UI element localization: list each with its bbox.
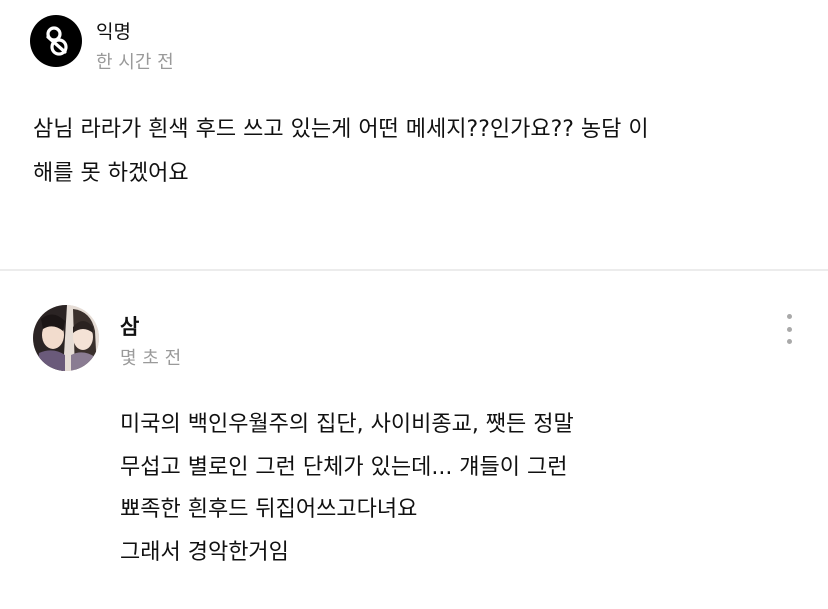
post-author-name: 익명 — [96, 21, 131, 43]
post-body-line: 해를 못 하겠어요 — [33, 161, 189, 186]
post-body: 삼님 라라가 흰색 후드 쓰고 있는게 어떤 메세지??인가요?? 농담 이 해… — [33, 108, 813, 196]
reply-author-name: 삼 — [120, 315, 140, 339]
more-vertical-icon-dot — [786, 339, 792, 344]
avatar-photo — [33, 305, 99, 371]
more-options-button[interactable] — [778, 312, 800, 346]
post-timestamp: 한 시간 전 — [96, 52, 174, 73]
more-vertical-icon — [786, 314, 792, 319]
reply-body: 미국의 백인우월주의 집단, 사이비종교, 쨋든 정말 무섭고 별로인 그런 단… — [120, 404, 810, 574]
reply-body-line: 그래서 경악한거임 — [120, 539, 289, 565]
reply-avatar[interactable] — [33, 305, 99, 371]
anonymous-avatar[interactable] — [30, 15, 82, 67]
post-body-line: 삼님 라라가 흰색 후드 쓰고 있는게 어떤 메세지??인가요?? 농담 이 — [33, 117, 649, 142]
reply-body-line: 무섭고 별로인 그런 단체가 있는데... 걔들이 그런 — [120, 454, 568, 480]
more-vertical-icon-dot — [786, 326, 792, 332]
reply-body-line: 미국의 백인우월주의 집단, 사이비종교, 쨋든 정말 — [120, 412, 574, 437]
divider — [0, 269, 828, 271]
anonymous-logo-icon — [46, 26, 68, 56]
reply-body-line: 뾰족한 흰후드 뒤집어쓰고다녀요 — [120, 497, 418, 522]
reply-timestamp: 몇 초 전 — [120, 348, 182, 369]
